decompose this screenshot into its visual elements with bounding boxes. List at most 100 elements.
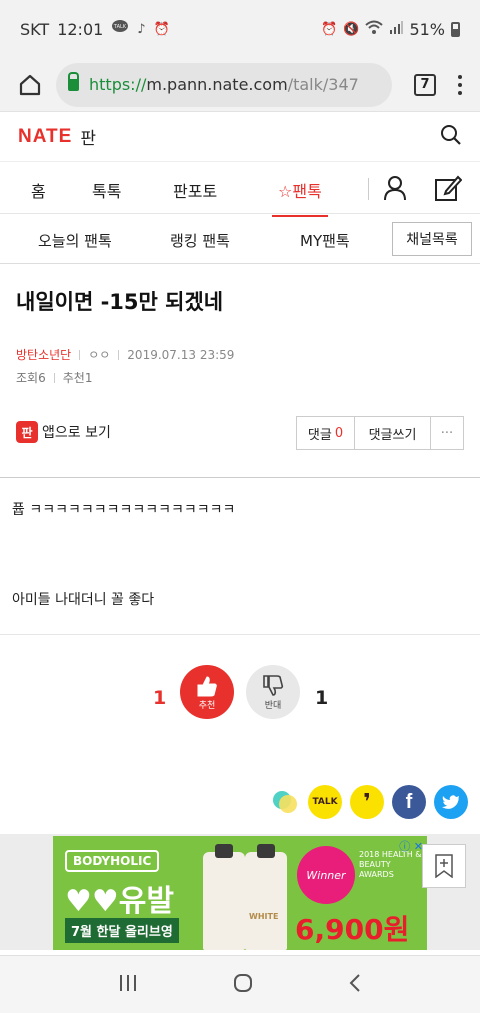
tiktok-notification-icon: ♪ [137, 21, 146, 37]
back-icon [349, 973, 361, 992]
vote-section: 1 추천 반대 1 [0, 635, 480, 755]
address-bar[interactable]: https:// m.pann.nate.com /talk/347 [56, 62, 392, 107]
subtab-ranking-fantalk[interactable]: 랭킹 팬톡 [170, 230, 230, 251]
bookmark-add-icon [435, 854, 453, 878]
bookmark-button[interactable] [422, 844, 466, 888]
downvote-count: 1 [315, 687, 329, 709]
post-meta: 방탄소년단 ㅇㅇ 2019.07.13 23:59 [0, 346, 480, 363]
wifi-icon [365, 20, 384, 38]
system-nav-bar [0, 955, 480, 1013]
subtab-today-fantalk[interactable]: 오늘의 팬톡 [38, 230, 112, 251]
clock: 12:01 [57, 19, 104, 39]
kakaotalk-notification-icon: TALK [111, 20, 129, 38]
kakaostory-icon: ❜ [363, 789, 371, 815]
subtab-my-fantalk[interactable]: MY팬톡 [300, 230, 350, 251]
ad-title: ♥♥유발 [65, 884, 174, 919]
post-author[interactable]: 방탄소년단 [16, 346, 71, 363]
tab-fantalk-label: 팬톡 [292, 182, 322, 201]
recommend-stat: 추천1 [62, 371, 93, 385]
search-button[interactable] [440, 124, 462, 150]
more-options-button[interactable]: ··· [431, 417, 463, 449]
ad-area: BODYHOLIC ♥♥유발 7월 한달 올리브영 WHITE Winner 2… [0, 834, 480, 950]
post-handle: ㅇㅇ [88, 348, 111, 362]
ad-product-image [203, 844, 245, 950]
sub-nav: 오늘의 팬톡 랭킹 팬톡 MY팬톡 채널목록 [0, 214, 480, 264]
tab-toktok[interactable]: 톡톡 [92, 178, 121, 202]
recent-apps-icon [119, 974, 136, 991]
battery-percent: 51% [409, 19, 445, 39]
more-vert-icon [458, 74, 462, 79]
ad-award: 2018 HEALTH & BEAUTY AWARDS [359, 850, 422, 879]
share-twitter-button[interactable] [434, 785, 468, 819]
share-facebook-button[interactable]: f [392, 785, 426, 819]
user-icon [384, 176, 406, 201]
ad-banner[interactable]: BODYHOLIC ♥♥유발 7월 한달 올리브영 WHITE Winner 2… [53, 836, 427, 950]
nav-divider [368, 178, 369, 200]
post-body: 퓹 ㅋㅋㅋㅋㅋㅋㅋㅋㅋㅋㅋㅋㅋㅋㅋㅋ 아미들 나대더니 꼴 좋다 [0, 478, 480, 610]
downvote-button[interactable]: 반대 [246, 665, 300, 719]
tab-fantalk[interactable]: ☆팬톡 [272, 178, 328, 217]
signal-icon [389, 20, 404, 38]
url-host: m.pann.nate.com [146, 75, 288, 94]
home-nav-button[interactable] [233, 973, 253, 997]
site-header: NATE 판 [0, 112, 480, 162]
tab-switcher-button[interactable]: 7 [414, 73, 436, 96]
edit-icon [435, 175, 463, 201]
share-kakaotalk-button[interactable]: TALK [308, 785, 342, 819]
browser-menu-button[interactable] [450, 74, 470, 95]
home-circle-icon [233, 973, 252, 992]
main-nav: 홈 톡톡 판포토 ☆팬톡 [0, 162, 480, 217]
meta-divider [118, 349, 120, 360]
channel-list-button[interactable]: 채널목록 [392, 222, 472, 256]
comments-button[interactable]: 댓글 0 [297, 417, 355, 449]
comment-button-group: 댓글 0 댓글쓰기 ··· [296, 416, 464, 450]
ad-subtitle: 7월 한달 올리브영 [65, 918, 179, 943]
share-kakaostory-button[interactable]: ❜ [350, 785, 384, 819]
tab-home[interactable]: 홈 [31, 178, 46, 202]
kakaotalk-icon: TALK [312, 797, 338, 807]
browser-toolbar: https:// m.pann.nate.com /talk/347 7 [0, 58, 480, 112]
alarm-notification-icon: ⏰ [153, 21, 170, 37]
pann-logo[interactable]: 판 [80, 124, 96, 149]
thumbs-down-icon [263, 674, 284, 696]
star-icon: ☆ [278, 182, 293, 201]
pann-app-icon: 판 [16, 421, 38, 443]
open-in-app-link[interactable]: 앱으로 보기 [42, 422, 111, 442]
post-body-line: 아미들 나대더니 꼴 좋다 [12, 592, 155, 608]
write-comment-button[interactable]: 댓글쓰기 [355, 417, 431, 449]
battery-icon [451, 21, 460, 37]
thumbs-up-icon [197, 675, 217, 696]
ad-info-close-icon[interactable]: ⓘ ✕ [399, 838, 423, 854]
nate-logo[interactable]: NATE [18, 126, 72, 148]
meta-divider [53, 372, 55, 383]
status-bar: SKT 12:01 TALK ♪ ⏰ ⏰ 🔇 51% [0, 0, 480, 58]
tab-panphoto[interactable]: 판포토 [173, 178, 217, 202]
upvote-label: 추천 [198, 700, 216, 711]
downvote-label: 반대 [264, 700, 282, 711]
recent-apps-button[interactable] [118, 974, 138, 996]
band-icon [273, 791, 297, 813]
profile-button[interactable] [383, 175, 407, 205]
post-body-line: 퓹 ㅋㅋㅋㅋㅋㅋㅋㅋㅋㅋㅋㅋㅋㅋㅋㅋ [12, 502, 236, 518]
home-button[interactable] [10, 65, 50, 105]
views-stat: 조회6 [16, 371, 46, 385]
facebook-icon: f [405, 790, 413, 813]
ad-product-image: WHITE [245, 844, 287, 950]
post-actions: 판 앱으로 보기 댓글 0 댓글쓰기 ··· [0, 412, 480, 452]
upvote-button[interactable]: 추천 [180, 665, 234, 719]
post-stats: 조회6 추천1 [0, 369, 480, 386]
ad-brand: BODYHOLIC [65, 850, 160, 872]
upvote-count: 1 [153, 687, 167, 709]
ad-badge: Winner [297, 846, 355, 904]
home-icon [19, 74, 41, 95]
post-title: 내일이면 -15만 되겠네 [16, 290, 224, 314]
carrier-label: SKT [20, 19, 50, 39]
svg-text:TALK: TALK [113, 24, 127, 30]
url-scheme: https:// [89, 75, 147, 94]
comment-count: 0 [334, 425, 344, 441]
write-post-button[interactable] [434, 174, 463, 206]
ad-price: 6,900원 [295, 913, 410, 946]
back-button[interactable] [348, 973, 362, 997]
mute-icon: 🔇 [343, 21, 360, 37]
share-band-button[interactable] [268, 785, 302, 819]
